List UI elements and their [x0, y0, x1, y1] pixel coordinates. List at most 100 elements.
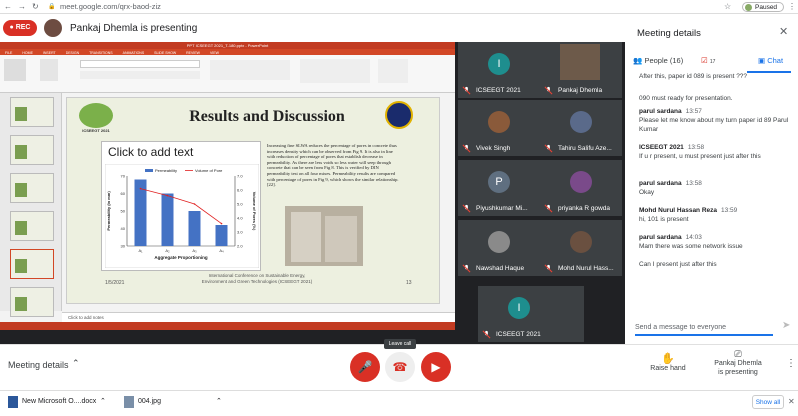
participant-tile[interactable]: Vivek Singh [458, 100, 540, 156]
lock-icon: 🔒 [48, 4, 56, 10]
rec-label: REC [15, 24, 31, 31]
menu-icon[interactable]: ⋮ [788, 2, 796, 11]
avatar: P [488, 171, 510, 193]
tab-chat[interactable]: ▣ Chat [758, 56, 783, 65]
font-format-row[interactable] [80, 71, 200, 79]
phone-hangup-icon: ☎ [392, 360, 408, 374]
notes-pane[interactable]: Click to add notes [62, 312, 455, 322]
slide-thumbnail[interactable] [10, 249, 54, 279]
slide-thumbnail[interactable] [10, 287, 54, 317]
chevron-up-icon[interactable]: ⌃ [72, 358, 80, 369]
raise-hand-button[interactable]: ✋ Raise hand [648, 352, 688, 372]
avatar: I [508, 297, 530, 319]
recording-badge: ● REC [3, 20, 37, 36]
presenting-label: Pankaj Dhemla is presenting [714, 360, 762, 376]
forward-icon[interactable]: → [18, 2, 26, 11]
hand-icon: ✋ [661, 353, 675, 365]
participant-tile[interactable]: Mohd Nurul Hass... [540, 220, 622, 276]
participant-tile[interactable]: P Piyushkumar Mi... [458, 160, 540, 216]
mic-off-icon [482, 330, 491, 339]
participant-name: Pankaj Dhemla [558, 87, 603, 94]
chevron-down-icon[interactable]: ⌃ [216, 397, 222, 405]
chat-input[interactable]: Send a message to everyone [635, 321, 773, 336]
leave-call-button[interactable]: ☎ [385, 352, 415, 382]
star-icon[interactable]: ☆ [724, 2, 731, 11]
chat-time: 13:59 [721, 207, 738, 214]
tab-chat-label: Chat [767, 56, 784, 65]
paste-icon[interactable] [4, 59, 26, 81]
chat-header: Mohd Nurul Hassan Reza 13:59 [639, 206, 791, 215]
thumb-image [15, 297, 27, 311]
paragraph-group[interactable] [210, 60, 290, 80]
camera-off-icon: ▶ [431, 360, 441, 374]
content-placeholder[interactable]: Click to add text 30 40 50 60 70 2.0 3.0 4.0 5.0… [101, 141, 261, 271]
participant-tile[interactable]: Nawshad Haque [458, 220, 540, 276]
more-options-icon[interactable]: ⋮ [786, 358, 796, 369]
chat-text: Okay [639, 189, 655, 196]
close-icon[interactable]: ✕ [779, 25, 788, 38]
university-seal [385, 101, 413, 129]
chat-sender: parul sardana [639, 234, 682, 241]
chat-text: Mam there was some network issue [639, 243, 743, 250]
avatar [570, 111, 592, 133]
presenting-button[interactable]: ⎚ Pankaj Dhemla is presenting [712, 350, 764, 377]
legend-swatch [145, 169, 153, 172]
drawing-group[interactable] [300, 59, 370, 83]
participant-name: ICSEEGT 2021 [476, 87, 521, 94]
address-bar[interactable]: meet.google.com/qrx-baod-ziz [60, 2, 161, 11]
mic-off-icon: 🎤 [357, 360, 373, 374]
chat-sender: ICSEEGT 2021 [639, 144, 684, 151]
profile-button[interactable]: Paused [742, 2, 784, 12]
chat-text: Please let me know about my turn paper i… [639, 117, 789, 133]
legend-label: Volume of Pore [195, 168, 223, 173]
chart-bar [215, 225, 228, 246]
x-tick-label: A₄ [219, 248, 224, 253]
participant-tile[interactable]: Pankaj Dhemla [540, 42, 622, 98]
editing-group[interactable] [378, 59, 408, 83]
avatar [570, 231, 592, 253]
slide-title[interactable]: Results and Discussion [162, 108, 372, 126]
meeting-details-button[interactable]: Meeting details [8, 360, 69, 370]
download-item[interactable]: 004.jpg [138, 398, 161, 405]
profile-status: Paused [755, 4, 778, 11]
avatar [488, 231, 510, 253]
mic-off-icon [544, 144, 553, 153]
mic-off-button[interactable]: 🎤 [350, 352, 380, 382]
y-tick-label: 50 [121, 209, 126, 214]
camera-off-button[interactable]: ▶ [421, 352, 451, 382]
chat-text: Can I present just after this [639, 261, 717, 268]
participant-tile[interactable]: priyanka R gowda [540, 160, 622, 216]
chevron-down-icon[interactable]: ⌃ [100, 397, 106, 405]
download-item[interactable]: New Microsoft O....docx [22, 398, 96, 405]
chat-header: parul sardana 13:57 [639, 107, 791, 116]
slide-canvas[interactable]: ICSEEGT 2021 Results and Discussion Clic… [66, 97, 440, 304]
slide-thumbnail[interactable] [10, 173, 54, 203]
slide-paragraph[interactable]: Increasing fine SLWA reduces the percent… [267, 143, 401, 188]
font-selector[interactable] [80, 60, 200, 68]
back-icon[interactable]: ← [4, 2, 12, 11]
legend-label: Permeability [155, 168, 177, 173]
show-all-button[interactable]: Show all [752, 395, 784, 409]
tab-people[interactable]: 👥 People (16) [633, 56, 683, 65]
chat-time: 13:58 [685, 180, 702, 187]
close-icon[interactable]: ✕ [788, 397, 795, 406]
chart-point [193, 203, 196, 205]
slide-thumbnail[interactable] [10, 135, 54, 165]
chat-message: ICSEEGT 2021 13:58 If u r present, u must … [639, 143, 791, 161]
slide-thumbnail[interactable] [10, 211, 54, 241]
ppt-ribbon [0, 55, 455, 93]
send-icon[interactable]: ➤ [782, 320, 790, 331]
chart-point [166, 194, 169, 197]
chat-message: Can I present just after this [639, 260, 791, 269]
participant-tile[interactable]: I ICSEEGT 2021 [478, 286, 584, 342]
tab-activities[interactable]: ☑ 17 [701, 56, 715, 65]
docx-file-icon [8, 396, 18, 408]
new-slide-icon[interactable] [40, 59, 58, 81]
permeability-chart: 30 40 50 60 70 2.0 3.0 4.0 5.0 6.0 7.0 A₁ A₂ A₃ A₄ Aggr… [105, 164, 259, 268]
participant-tile[interactable]: Tahiru Salifu Aze... [540, 100, 622, 156]
participant-tile[interactable]: I ICSEEGT 2021 [458, 42, 540, 98]
chart-bar [188, 211, 201, 246]
activities-count: 17 [709, 59, 716, 65]
reload-icon[interactable]: ↻ [32, 2, 39, 11]
slide-thumbnail[interactable] [10, 97, 54, 127]
